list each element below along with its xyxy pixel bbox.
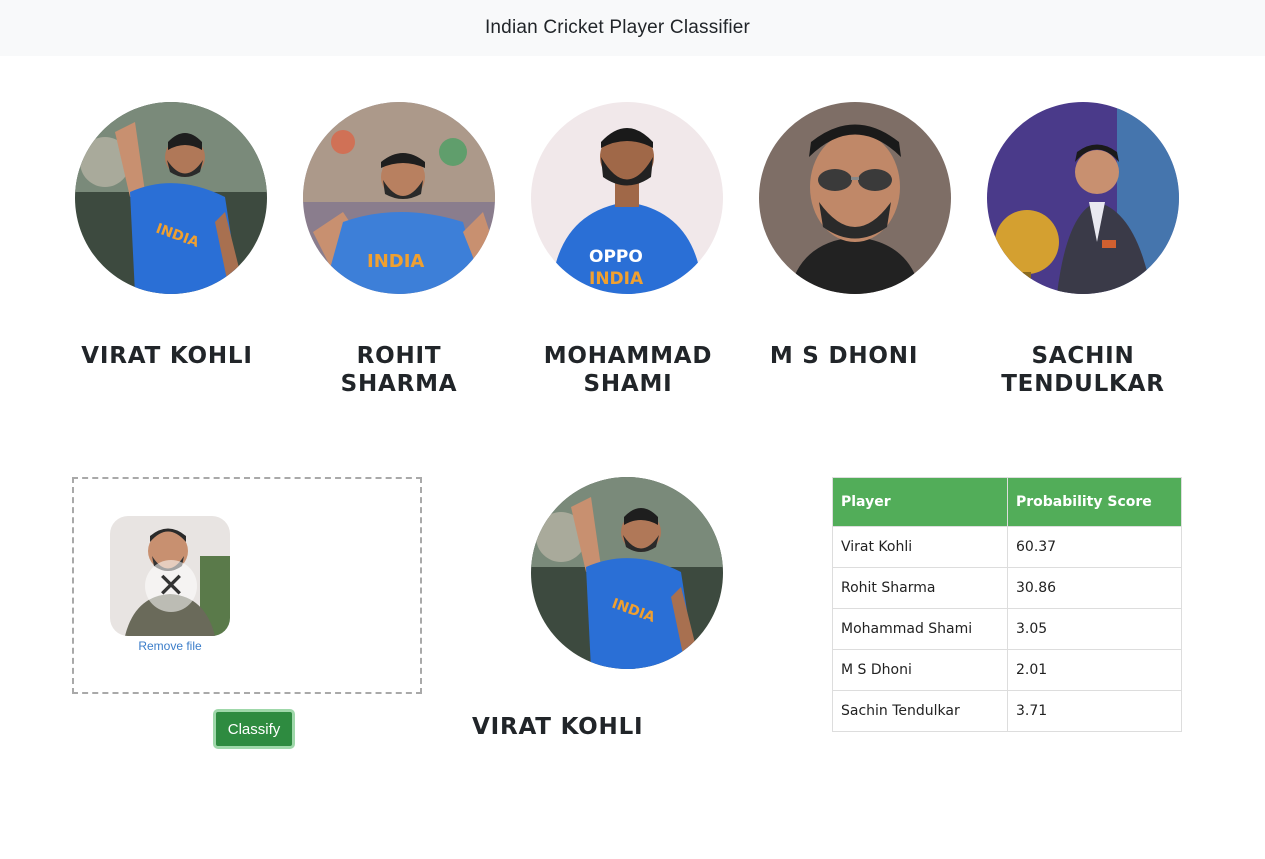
player-photo: [759, 102, 951, 294]
player-name-line1: ROHIT: [356, 343, 442, 369]
close-icon[interactable]: ✕: [145, 560, 197, 612]
player-cell: Virat Kohli: [832, 526, 1008, 568]
player-name: M S DHONI: [759, 342, 929, 370]
player-name-line2: TENDULKAR: [1001, 371, 1165, 397]
player-cell: M S Dhoni: [832, 649, 1008, 691]
table-header-row: Player Probability Score: [832, 477, 1182, 527]
score-cell: 3.71: [1007, 690, 1182, 732]
table-row: Sachin Tendulkar 3.71: [832, 690, 1182, 732]
remove-file-link[interactable]: Remove file: [110, 639, 230, 653]
score-cell: 60.37: [1007, 526, 1182, 568]
player-card-rohit-sharma: INDIA ROHIT SHARMA: [303, 102, 495, 397]
player-card-mohammad-shami: OPPO INDIA MOHAMMAD SHAMI: [531, 102, 723, 397]
player-name-line1: MOHAMMAD: [543, 343, 713, 369]
player-name: MOHAMMAD SHAMI: [531, 342, 725, 398]
player-name-line1: SACHIN: [1031, 343, 1135, 369]
app-title[interactable]: Indian Cricket Player Classifier: [485, 17, 750, 39]
svg-text:INDIA: INDIA: [589, 269, 644, 289]
player-name-line1: M S DHONI: [769, 343, 919, 369]
score-cell: 2.01: [1007, 649, 1182, 691]
score-cell: 30.86: [1007, 567, 1182, 609]
player-cell: Rohit Sharma: [832, 567, 1008, 609]
table-row: Mohammad Shami 3.05: [832, 608, 1182, 650]
player-name: VIRAT KOHLI: [75, 342, 259, 370]
table-row: M S Dhoni 2.01: [832, 649, 1182, 691]
navbar: Indian Cricket Player Classifier: [0, 0, 1265, 56]
player-name-line1: VIRAT KOHLI: [81, 343, 253, 369]
player-cell: Mohammad Shami: [832, 608, 1008, 650]
player-photo: INDIA: [303, 102, 495, 294]
score-cell: 3.05: [1007, 608, 1182, 650]
svg-text:OPPO: OPPO: [589, 247, 643, 267]
player-card-virat-kohli: INDIA VIRAT KOHLI: [75, 102, 267, 369]
player-name: SACHIN TENDULKAR: [987, 342, 1179, 398]
player-card-sachin-tendulkar: SACHIN TENDULKAR: [987, 102, 1179, 397]
player-photo: OPPO INDIA: [531, 102, 723, 294]
result-player-name: VIRAT KOHLI: [472, 714, 644, 740]
player-name-line2: SHARMA: [340, 371, 458, 397]
player-cell: Sachin Tendulkar: [832, 690, 1008, 732]
column-header-probability-score: Probability Score: [1007, 477, 1182, 527]
image-dropzone[interactable]: ✕ Remove file: [72, 477, 422, 694]
table-row: Rohit Sharma 30.86: [832, 567, 1182, 609]
result-player-photo: INDIA: [531, 477, 723, 669]
svg-text:INDIA: INDIA: [367, 251, 424, 272]
table-row: Virat Kohli 60.37: [832, 526, 1182, 568]
player-photo: INDIA: [75, 102, 267, 294]
player-photo: [987, 102, 1179, 294]
player-name-line2: SHAMI: [583, 371, 673, 397]
player-card-ms-dhoni: M S DHONI: [759, 102, 951, 369]
player-name: ROHIT SHARMA: [303, 342, 495, 398]
classify-button[interactable]: Classify: [213, 709, 295, 749]
column-header-player: Player: [832, 477, 1008, 527]
probability-score-table: Player Probability Score Virat Kohli 60.…: [832, 477, 1182, 732]
